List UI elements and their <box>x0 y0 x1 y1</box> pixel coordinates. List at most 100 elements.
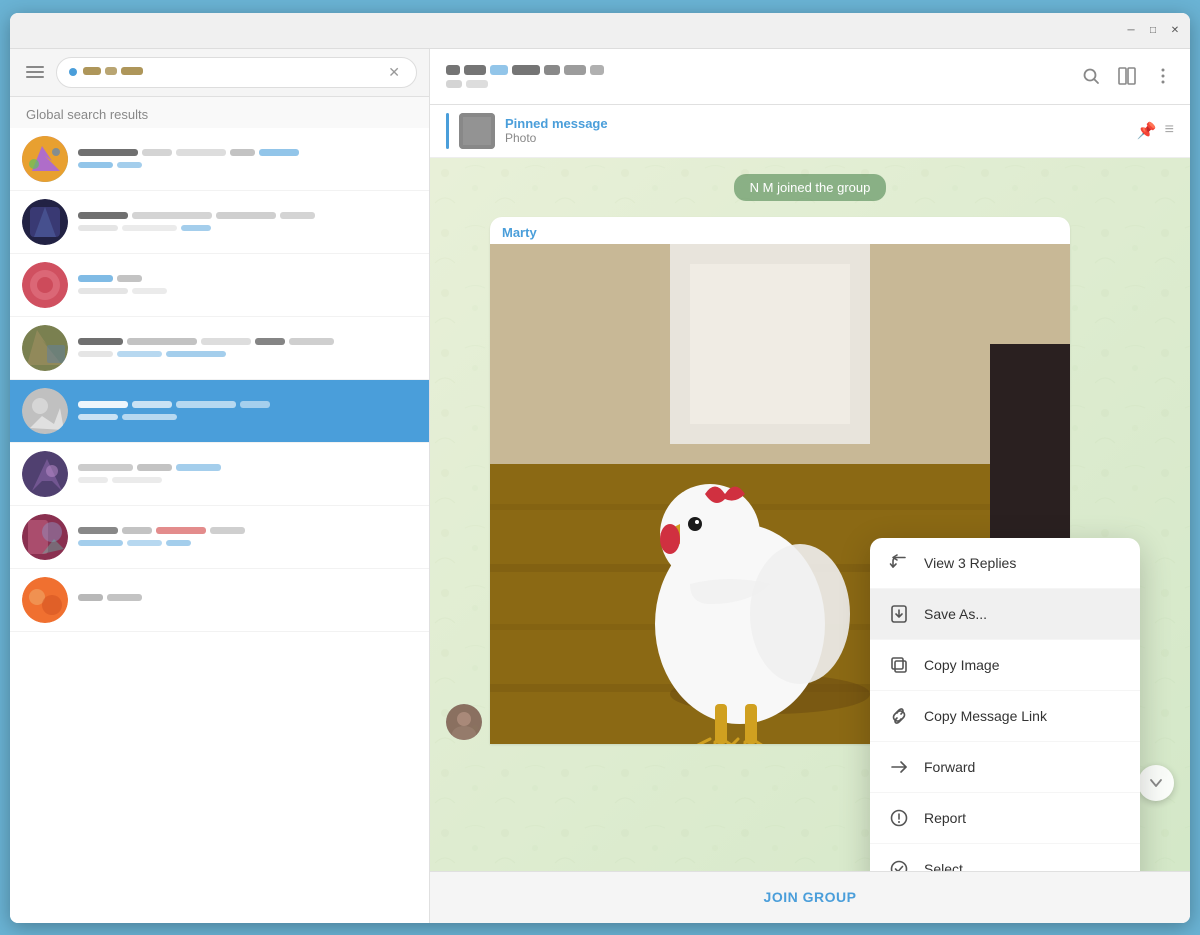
result-text <box>78 401 270 420</box>
list-item[interactable] <box>10 317 429 380</box>
forward-label: Forward <box>924 759 975 775</box>
sender-avatar <box>446 704 482 740</box>
avatar <box>22 262 68 308</box>
result-text <box>78 275 167 294</box>
join-notification: N M joined the group <box>446 174 1174 201</box>
context-menu-forward[interactable]: Forward <box>870 742 1140 793</box>
context-menu-select[interactable]: Select <box>870 844 1140 871</box>
save-as-icon <box>888 603 910 625</box>
minimize-button[interactable]: ─ <box>1124 23 1138 37</box>
hamburger-icon <box>26 76 44 78</box>
hamburger-icon <box>26 66 44 68</box>
pin-accent <box>446 113 449 149</box>
menu-button[interactable] <box>22 62 48 82</box>
copy-link-icon <box>888 705 910 727</box>
context-menu-view-replies[interactable]: View 3 Replies <box>870 538 1140 589</box>
hamburger-icon <box>26 71 44 73</box>
list-item[interactable] <box>10 443 429 506</box>
avatar <box>22 577 68 623</box>
select-icon <box>888 858 910 871</box>
list-item-active[interactable] <box>10 380 429 443</box>
list-item[interactable] <box>10 506 429 569</box>
result-text <box>78 464 221 483</box>
avatar <box>22 388 68 434</box>
left-panel: ✕ Global search results <box>10 49 430 923</box>
context-menu-copy-image[interactable]: Copy Image <box>870 640 1140 691</box>
app-window: ─ □ ✕ <box>10 13 1190 923</box>
pinned-title: Pinned message <box>505 116 1127 131</box>
report-label: Report <box>924 810 966 826</box>
search-display <box>83 64 384 81</box>
result-text <box>78 338 334 357</box>
pin-icon[interactable]: 📌 <box>1137 121 1157 141</box>
list-item[interactable] <box>10 191 429 254</box>
search-input-wrap: ✕ <box>56 57 417 88</box>
columns-icon <box>1117 66 1137 86</box>
search-dot-icon <box>69 68 77 76</box>
search-results-list <box>10 128 429 923</box>
search-bar: ✕ <box>10 49 429 97</box>
pinned-content: Pinned message Photo <box>505 116 1127 145</box>
avatar-image <box>22 577 68 623</box>
avatar <box>22 136 68 182</box>
avatar-image <box>22 514 68 560</box>
avatar-image <box>22 451 68 497</box>
list-icon[interactable]: ≡ <box>1165 121 1174 141</box>
context-menu: View 3 Replies Save As... <box>870 538 1140 871</box>
context-menu-copy-link[interactable]: Copy Message Link <box>870 691 1140 742</box>
chat-bottom-bar: JOIN GROUP <box>430 871 1190 923</box>
select-label: Select <box>924 861 963 871</box>
list-item[interactable] <box>10 128 429 191</box>
avatar <box>22 514 68 560</box>
scroll-to-bottom-button[interactable] <box>1138 765 1174 801</box>
avatar-image <box>22 199 68 245</box>
chat-info <box>446 63 1070 89</box>
pinned-actions: 📌 ≡ <box>1137 121 1174 141</box>
result-text <box>78 149 299 168</box>
search-text-blur <box>83 64 243 78</box>
context-menu-save-as[interactable]: Save As... <box>870 589 1140 640</box>
chat-name-blur <box>446 63 606 77</box>
avatar <box>22 325 68 371</box>
right-panel: Pinned message Photo 📌 ≡ <box>430 49 1190 923</box>
chat-actions <box>1080 65 1174 87</box>
title-bar-controls: ─ □ ✕ <box>1124 23 1182 37</box>
message-avatar <box>446 704 482 740</box>
avatar <box>22 451 68 497</box>
more-options-button[interactable] <box>1152 65 1174 87</box>
forward-icon <box>888 756 910 778</box>
avatar <box>22 199 68 245</box>
result-text <box>78 527 245 546</box>
search-chat-button[interactable] <box>1080 65 1102 87</box>
result-text <box>78 212 315 231</box>
pinned-thumbnail <box>459 113 495 149</box>
message-sender: Marty <box>490 217 1070 244</box>
join-group-button[interactable]: JOIN GROUP <box>764 889 857 905</box>
result-text <box>78 594 142 605</box>
join-badge: N M joined the group <box>734 174 887 201</box>
chat-status-blur <box>446 79 526 89</box>
save-as-label: Save As... <box>924 606 987 622</box>
pinned-bar[interactable]: Pinned message Photo 📌 ≡ <box>430 105 1190 158</box>
chat-header <box>430 49 1190 105</box>
chat-area: N M joined the group Marty <box>430 158 1190 871</box>
layout-button[interactable] <box>1116 65 1138 87</box>
search-icon <box>1081 66 1101 86</box>
copy-image-icon <box>888 654 910 676</box>
avatar-image <box>22 262 68 308</box>
close-button[interactable]: ✕ <box>1168 23 1182 37</box>
copy-link-label: Copy Message Link <box>924 708 1047 724</box>
search-clear-button[interactable]: ✕ <box>384 62 404 83</box>
chevron-down-icon <box>1148 775 1164 791</box>
report-icon <box>888 807 910 829</box>
context-menu-report[interactable]: Report <box>870 793 1140 844</box>
main-layout: ✕ Global search results <box>10 49 1190 923</box>
view-replies-icon <box>888 552 910 574</box>
list-item[interactable] <box>10 254 429 317</box>
search-results-label: Global search results <box>10 97 429 128</box>
title-bar: ─ □ ✕ <box>10 13 1190 49</box>
maximize-button[interactable]: □ <box>1146 23 1160 37</box>
pinned-subtitle: Photo <box>505 131 1127 145</box>
pinned-image-thumb <box>459 113 495 149</box>
list-item[interactable] <box>10 569 429 632</box>
